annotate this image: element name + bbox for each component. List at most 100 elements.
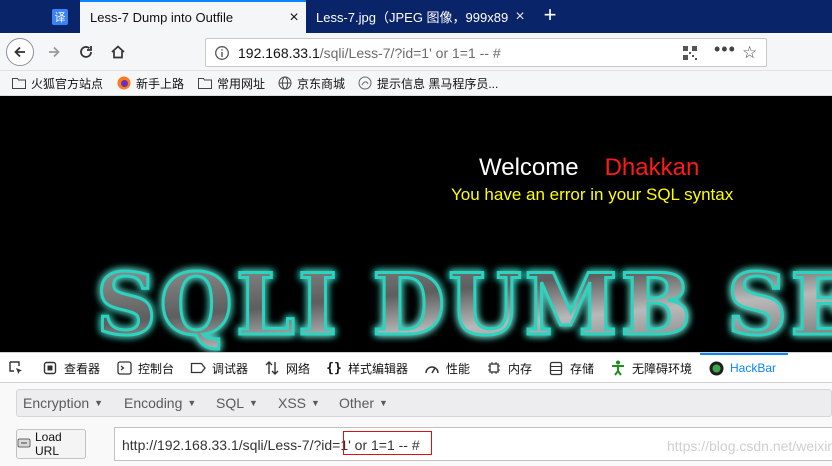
load-url-label: Load URL [35,430,62,458]
caret-down-icon: ▼ [379,398,388,408]
welcome-text: Welcome [479,154,579,181]
tab-label: 存储 [570,361,595,376]
bookmark-item[interactable]: 新手上路 [117,75,184,91]
home-button[interactable] [104,38,132,66]
bookmark-label: 新手上路 [136,76,185,91]
caret-down-icon: ▼ [94,398,104,408]
page-actions-menu-icon[interactable]: ••• [714,39,736,60]
bookmark-label: 常用网址 [217,76,266,91]
bookmark-item[interactable]: 火狐官方站点 [12,75,103,91]
bookmark-item[interactable]: 常用网址 [198,75,265,91]
reload-button[interactable] [72,38,100,66]
devtools-tab-storage[interactable]: 存储 [548,359,594,377]
forward-button[interactable] [40,38,68,66]
performance-icon [424,360,440,376]
url-text[interactable]: 192.168.33.1/sqli/Less-7/?id=1' or 1=1 -… [238,45,501,61]
qr-code-icon[interactable] [682,45,698,64]
menu-label: SQL [216,395,245,411]
forward-arrow-icon [49,46,60,58]
welcome-line: Welcome Dhakkan [479,154,699,182]
devtools-toolbar: 查看器 控制台 调试器 网络 {} 样式编辑器 性能 内存 存储 无障碍环境 H… [0,352,832,383]
reload-icon [80,46,92,58]
network-icon [264,360,280,376]
caret-down-icon: ▼ [311,398,320,408]
tab-label: 网络 [286,361,311,376]
debugger-icon [190,360,206,376]
devtools-tab-hackbar[interactable]: HackBar [708,359,776,377]
back-arrow-icon [14,46,25,58]
globe-icon [278,76,292,90]
style-editor-icon: {} [326,360,342,376]
menu-label: Encryption [23,395,90,411]
address-bar[interactable]: 192.168.33.1/sqli/Less-7/?id=1' or 1=1 -… [205,38,767,67]
storage-icon [548,360,564,376]
bookmark-star-icon[interactable]: ☆ [742,43,757,63]
close-tab-icon[interactable]: × [282,9,306,27]
translate-tab[interactable]: 译 [40,0,80,33]
sql-error-message: You have an error in your SQL syntax [451,185,734,204]
tab-label: 控制台 [138,361,175,376]
tab-label: 样式编辑器 [348,361,409,376]
active-tab-indicator [700,353,788,355]
tab-label: 内存 [508,361,533,376]
devtools-tab-memory[interactable]: 内存 [486,359,532,377]
close-tab-icon[interactable]: × [508,8,532,26]
menu-encoding[interactable]: Encoding ▼ [124,395,196,411]
site-info-icon[interactable] [214,45,230,64]
sqli-dumb-series-banner: SQLI DUMB SERIES [95,254,832,353]
menu-encryption[interactable]: Encryption ▼ [23,395,103,411]
tab-less7-jpg[interactable]: Less-7.jpg（JPEG 图像，999x89 像素） × [306,0,532,33]
translate-icon: 译 [52,8,68,25]
bookmark-label: 火狐官方站点 [31,76,104,91]
site-icon [358,76,372,90]
devtools-tab-style-editor[interactable]: {} 样式编辑器 [326,359,408,377]
username-text: Dhakkan [604,154,700,181]
payload-highlight-box [343,431,432,455]
devtools-tab-performance[interactable]: 性能 [424,359,470,377]
devtools-tab-console[interactable]: 控制台 [116,359,174,377]
tab-less7[interactable]: Less-7 Dump into Outfile × [80,0,306,33]
tab-strip: 译 Less-7 Dump into Outfile × Less-7.jpg（… [0,0,832,33]
back-button[interactable] [6,38,34,66]
url-host: 192.168.33.1 [238,45,320,61]
tab-label: HackBar [730,361,777,375]
tab-label: 查看器 [64,361,101,376]
element-picker-icon [8,360,24,376]
bookmarks-toolbar: 火狐官方站点 新手上路 常用网址 京东商城 提示信息 黑马程序员... [0,71,832,96]
load-url-button[interactable]: Load URL [16,429,86,459]
browser-window: 译 Less-7 Dump into Outfile × Less-7.jpg（… [0,0,832,466]
folder-icon [198,76,212,90]
csdn-watermark: https://blog.csdn.net/weixin_39934520 [667,438,832,454]
menu-label: Encoding [124,395,183,411]
load-url-icon [17,437,31,452]
caret-down-icon: ▼ [187,398,197,408]
menu-sql[interactable]: SQL ▼ [216,395,258,411]
tab-label: 性能 [446,361,471,376]
bookmark-label: 提示信息 黑马程序员... [377,76,499,91]
folder-icon [12,76,26,90]
accessibility-icon [610,360,626,376]
memory-icon [486,360,502,376]
devtools-tab-inspector[interactable]: 查看器 [42,359,100,377]
hackbar-icon [708,360,724,376]
menu-other[interactable]: Other ▼ [339,395,388,411]
tab-title: Less-7.jpg（JPEG 图像，999x89 像素） [316,10,508,25]
firefox-icon [117,76,131,90]
new-tab-button[interactable]: + [538,3,562,27]
bookmark-item[interactable]: 提示信息 黑马程序员... [358,75,498,91]
page-content: Welcome Dhakkan You have an error in your… [0,96,832,352]
devtools-tab-network[interactable]: 网络 [264,359,310,377]
tab-title: Less-7 Dump into Outfile [90,10,234,25]
devtools-tab-debugger[interactable]: 调试器 [190,359,248,377]
menu-label: Other [339,395,375,411]
devtools-tab-accessibility[interactable]: 无障碍环境 [610,359,692,377]
home-icon [111,45,125,59]
hackbar-url-input[interactable]: http://192.168.33.1/sqli/Less-7/?id=1' o… [114,427,832,461]
menu-xss[interactable]: XSS ▼ [278,395,320,411]
banner-text: SQLI DUMB SERIES [96,255,832,352]
element-picker-button[interactable] [8,359,30,377]
tab-label: 无障碍环境 [632,361,693,376]
tab-label: 调试器 [212,361,249,376]
menu-label: XSS [278,395,307,411]
bookmark-item[interactable]: 京东商城 [278,75,345,91]
